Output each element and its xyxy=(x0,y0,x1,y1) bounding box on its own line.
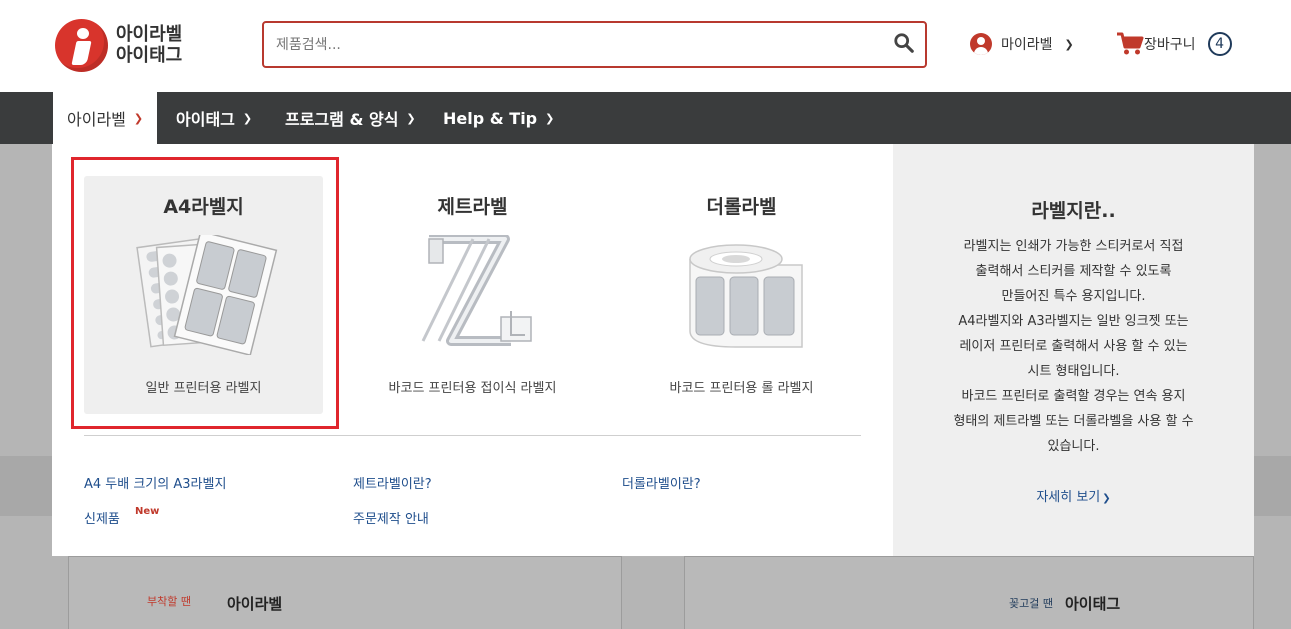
info-line: 만들어진 특수 용지입니다. xyxy=(1001,289,1146,304)
nav-item-itag[interactable]: 아이태그 ❯ xyxy=(176,92,252,144)
card-tagline: 꽂고걸 땐 xyxy=(1009,597,1053,610)
info-line: 출력해서 스티커를 제작할 수 있도록 xyxy=(975,264,1172,279)
link-zet-label-about[interactable]: 제트라벨이란? xyxy=(353,473,432,492)
divider xyxy=(84,435,861,436)
chevron-down-icon: ❯ xyxy=(406,111,416,125)
category-subtitle: 바코드 프린터용 접이식 라벨지 xyxy=(388,381,557,396)
search-icon[interactable] xyxy=(893,32,915,54)
cart-label: 장바구니 xyxy=(1144,37,1196,53)
category-zet-label[interactable]: 제트라벨 바코드 프린터용 접이식 라벨지 xyxy=(353,176,592,414)
logo-line-2: 아이태그 xyxy=(116,45,183,66)
chevron-right-icon: ❯ xyxy=(1102,493,1111,504)
logo-line-1: 아이라벨 xyxy=(116,24,183,45)
category-roll-label[interactable]: 더롤라벨 바코드 프린터용 롤 라벨지 xyxy=(622,176,861,414)
new-badge: New xyxy=(135,506,160,517)
chevron-down-icon: ❯ xyxy=(1064,37,1074,51)
info-text: 라벨지는 인쇄가 가능한 스티커로서 직접 출력해서 스티커를 제작할 수 있도… xyxy=(913,234,1234,459)
nav-item-label: 아이라벨 xyxy=(67,110,126,129)
header: 아이라벨 아이태그 마이라벨 ❯ 장바구니 4 xyxy=(0,0,1291,92)
chevron-down-icon: ❯ xyxy=(545,111,555,125)
highlight-box xyxy=(71,157,339,429)
account-label: 마이라벨 xyxy=(1001,37,1053,53)
background-card-itag: 꽂고걸 땐 아이태그 xyxy=(684,556,1254,629)
more-details-label: 자세히 보기 xyxy=(1036,490,1101,505)
search-box xyxy=(262,21,927,68)
chevron-down-icon: ❯ xyxy=(242,111,253,125)
info-line: 바코드 프린터로 출력할 경우는 연속 용지 xyxy=(961,389,1186,404)
info-line: 레이저 프린터로 출력해서 사용 할 수 있는 xyxy=(959,339,1188,354)
background-card-ilabel: 부착할 땐 아이라벨 xyxy=(68,556,622,629)
more-details-link[interactable]: 자세히 보기 ❯ xyxy=(893,486,1254,505)
info-line: 라벨지는 인쇄가 가능한 스티커로서 직접 xyxy=(963,239,1184,254)
nav-item-ilabel[interactable]: 아이라벨 ❯ xyxy=(53,92,158,144)
category-subtitle: 바코드 프린터용 롤 라벨지 xyxy=(669,381,814,396)
link-roll-label-about[interactable]: 더롤라벨이란? xyxy=(622,473,701,492)
link-a3-label[interactable]: A4 두배 크기의 A3라벨지 xyxy=(84,473,226,492)
link-custom-order[interactable]: 주문제작 안내 xyxy=(353,508,429,527)
cart-button[interactable]: 장바구니 4 xyxy=(1116,30,1232,58)
main-nav: 아이라벨 ❯ 아이태그 ❯ 프로그램 & 양식 ❯ Help & Tip ❯ xyxy=(0,92,1291,144)
user-icon xyxy=(970,33,992,55)
info-line: 있습니다. xyxy=(1047,439,1100,454)
info-line: 시트 형태입니다. xyxy=(1027,364,1120,379)
zet-label-icon xyxy=(421,235,532,346)
chevron-down-icon: ❯ xyxy=(133,111,144,125)
logo-i-icon xyxy=(55,18,108,72)
search-input[interactable] xyxy=(264,23,864,66)
cart-icon xyxy=(1117,32,1144,55)
info-line: A4라벨지와 A3라벨지는 일반 잉크젯 또는 xyxy=(958,314,1189,329)
info-panel: 라벨지란.. 라벨지는 인쇄가 가능한 스티커로서 직접 출력해서 스티커를 제… xyxy=(893,144,1254,556)
category-title: 제트라벨 xyxy=(437,196,508,218)
category-title: 더롤라벨 xyxy=(706,196,777,218)
card-brand: 아이태그 xyxy=(1065,595,1121,613)
card-brand: 아이라벨 xyxy=(227,595,283,613)
link-new-products[interactable]: 신제품 xyxy=(84,508,120,527)
nav-item-help[interactable]: Help & Tip ❯ xyxy=(443,92,554,144)
mega-menu: A4라벨지 일반 프린터용 라벨지 제트라벨 바코드 프린터용 접이식 라벨지 … xyxy=(52,144,1254,556)
logo[interactable]: 아이라벨 아이태그 xyxy=(55,15,215,75)
nav-item-programs[interactable]: 프로그램 & 양식 ❯ xyxy=(285,92,416,144)
nav-item-label: Help & Tip xyxy=(443,108,538,128)
nav-item-label: 프로그램 & 양식 xyxy=(285,110,399,129)
roll-label-icon xyxy=(688,244,803,348)
card-tagline: 부착할 땐 xyxy=(147,595,191,608)
info-title: 라벨지란.. xyxy=(1031,200,1116,222)
nav-item-label: 아이태그 xyxy=(176,110,235,129)
cart-count-badge: 4 xyxy=(1207,32,1232,56)
info-line: 형태의 제트라벨 또는 더롤라벨을 사용 할 수 xyxy=(953,414,1194,429)
account-menu[interactable]: 마이라벨 ❯ xyxy=(970,31,1074,57)
